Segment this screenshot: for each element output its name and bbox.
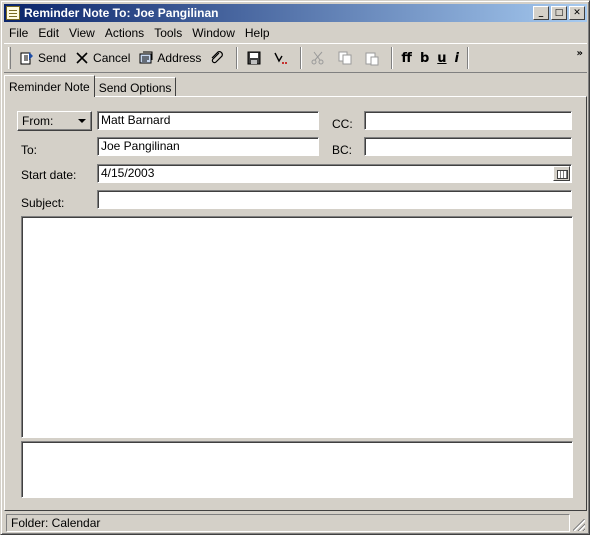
menu-file[interactable]: File [4,26,33,40]
dropdown-arrow-icon [78,119,86,123]
menu-view[interactable]: View [64,26,100,40]
cancel-icon [74,50,90,66]
save-icon [246,50,262,66]
font-button[interactable]: ff [397,46,416,70]
close-button[interactable]: ✕ [569,6,585,20]
start-date-field[interactable]: 4/15/2003 [97,164,572,183]
menu-edit[interactable]: Edit [33,26,64,40]
tab-send-options[interactable]: Send Options [93,77,177,97]
italic-button[interactable]: i [451,46,463,70]
save-draft-button[interactable] [242,46,269,70]
bold-button[interactable]: b [416,46,433,70]
address-book-icon [138,50,154,66]
attachment-area[interactable] [21,441,573,498]
paste-button[interactable] [360,46,387,70]
title-bar[interactable]: Reminder Note To: Joe Pangilinan _ □ ✕ [4,4,587,22]
cancel-label: Cancel [93,51,131,65]
toolbar-overflow-chevron-icon[interactable]: » [577,48,583,59]
from-button-label: From: [22,114,54,128]
cut-button[interactable] [306,46,333,70]
subject-field[interactable] [97,190,572,209]
send-button[interactable]: Send [15,46,70,70]
cancel-button[interactable]: Cancel [70,46,134,70]
folder-status: Folder: Calendar [6,514,570,532]
note-icon [6,6,20,20]
reminder-note-window: Reminder Note To: Joe Pangilinan _ □ ✕ F… [0,0,590,535]
scissors-icon [310,50,326,66]
toolbar-separator [236,47,239,69]
status-bar: Folder: Calendar [4,513,587,533]
window-controls: _ □ ✕ [533,6,585,20]
maximize-button[interactable]: □ [551,6,567,20]
bc-label: BC: [332,143,353,157]
menu-help[interactable]: Help [240,26,275,40]
copy-button[interactable] [333,46,360,70]
menu-tools[interactable]: Tools [149,26,187,40]
cc-label: CC: [332,117,353,131]
paste-icon [364,50,380,66]
attach-button[interactable] [205,46,232,70]
toolbar-separator [391,47,394,69]
italic-label: i [454,50,459,66]
to-field[interactable]: Joe Pangilinan [97,137,319,156]
start-date-value: 4/15/2003 [101,166,155,180]
spell-check-button[interactable] [269,46,296,70]
resize-grip-icon[interactable] [573,519,585,531]
message-body[interactable] [21,216,573,438]
menu-bar: File Edit View Actions Tools Window Help [4,24,275,42]
menu-actions[interactable]: Actions [100,26,149,40]
tab-strip: Reminder Note Send Options [4,75,177,97]
subject-label: Subject: [21,196,65,210]
paperclip-icon [209,50,225,66]
minimize-button[interactable]: _ [533,6,549,20]
address-label: Address [157,51,202,65]
to-label: To: [21,143,38,157]
underline-button[interactable]: u [433,46,450,70]
toolbar-separator [300,47,303,69]
calendar-icon[interactable] [553,166,570,181]
toolbar-grip[interactable] [8,47,11,69]
bold-label: b [419,50,430,66]
copy-icon [337,50,353,66]
tab-reminder-note[interactable]: Reminder Note [4,75,95,97]
send-icon [19,50,35,66]
address-button[interactable]: Address [134,46,205,70]
underline-label: u [437,50,447,66]
cc-field[interactable] [364,111,572,130]
toolbar: Send Cancel Address ff b u i » [4,43,587,73]
menu-window[interactable]: Window [187,26,240,40]
spell-check-icon [273,50,289,66]
start-date-label: Start date: [21,168,77,182]
toolbar-separator [467,47,469,69]
from-button[interactable]: From: [17,111,92,131]
bc-field[interactable] [364,137,572,156]
send-label: Send [38,51,67,65]
window-title: Reminder Note To: Joe Pangilinan [24,6,219,20]
from-field[interactable]: Matt Barnard [97,111,319,130]
font-label: ff [401,50,412,66]
